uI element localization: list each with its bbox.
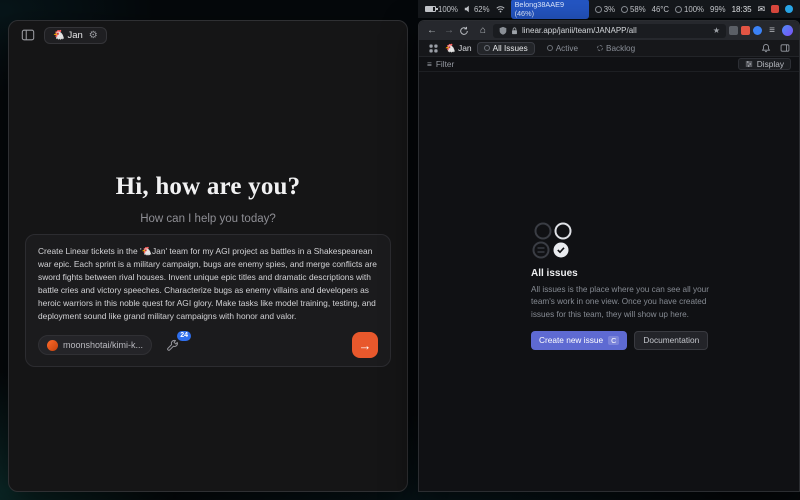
jan-app-window: 🐔 Jan ⚙ Hi, how are you? How can I help … [8,20,408,492]
browser-window: ← → ⌂ linear.app/janii/team/JANAPP/all [418,20,800,492]
display-label: Display [757,59,784,69]
extension-icon-red[interactable] [741,26,750,35]
url-text: linear.app/janii/team/JANAPP/all [522,26,709,35]
clock[interactable]: 18:35 [732,5,752,14]
lock-icon [511,27,518,35]
home-button[interactable]: ⌂ [476,24,490,38]
cpu-label: 3% [604,5,615,14]
temperature-indicator[interactable]: 46°C [652,5,669,14]
apps-grid-button[interactable] [426,41,440,55]
menu-button[interactable]: ≡ [765,24,779,38]
memory-indicator[interactable]: 58% [621,5,646,14]
linear-filterbar: ≡ Filter Display [419,57,799,72]
backlog-tab-icon [597,45,603,51]
create-new-issue-button[interactable]: Create new issue C [531,331,627,350]
send-arrow-icon: → [359,338,372,353]
tray-app-icon-red[interactable] [771,5,779,13]
sidebar-panel-icon [21,28,35,42]
disk-indicator[interactable]: 100% [675,5,704,14]
system-tray-bar: 100% 62% Belong38AAE9 (46%) 3% 58% 46°C [418,0,800,18]
apps-grid-icon [429,44,438,53]
empty-state: All issues All issues is the place where… [531,222,721,350]
volume-indicator[interactable]: 62% [464,5,490,14]
cpu-gauge-icon [595,6,602,13]
model-selector[interactable]: moonshotai/kimi-k... [38,335,152,355]
tab-backlog[interactable]: Backlog [590,42,642,55]
shortcut-badge: C [608,336,619,345]
linear-team-label: 🐔 Jan [445,43,472,54]
forward-button[interactable]: → [442,24,456,38]
wifi-indicator[interactable] [496,5,505,13]
issues-illustration [531,222,577,260]
linear-main: All issues All issues is the place where… [419,72,799,491]
active-tab-icon [547,45,553,51]
desktop: 🐔 Jan ⚙ Hi, how are you? How can I help … [0,0,800,500]
browser-toolbar: ← → ⌂ linear.app/janii/team/JANAPP/all [419,21,799,40]
speaker-icon [464,5,472,13]
shield-icon [499,26,507,35]
tray-app-icon-blue[interactable] [785,5,793,13]
bell-icon [761,43,771,53]
filter-icon: ≡ [427,59,432,69]
tab-label: All Issues [493,44,528,53]
misc-indicator[interactable]: 99% [710,5,726,14]
bookmark-star-icon[interactable]: ★ [713,26,720,35]
display-sliders-icon [745,60,753,68]
filter-label: Filter [436,59,454,69]
notifications-button[interactable] [759,41,773,55]
memory-label: 58% [630,5,646,14]
prompt-input[interactable]: Create Linear tickets in the '🐔Jan' team… [25,234,391,367]
display-button[interactable]: Display [738,58,791,70]
disk-gauge-icon [675,6,682,13]
prompt-toolbar: moonshotai/kimi-k... 24 → [38,332,378,358]
send-button[interactable]: → [352,332,378,358]
tab-all-issues[interactable]: All Issues [477,42,535,55]
greeting-heading: Hi, how are you? [9,173,407,201]
tab-active[interactable]: Active [540,42,585,55]
side-panel-icon [780,43,790,53]
sidebar-toggle-button[interactable] [19,26,37,44]
temperature-label: 46°C [652,5,669,14]
side-panel-toggle-button[interactable] [778,41,792,55]
volume-label: 62% [474,5,490,14]
cpu-indicator[interactable]: 3% [595,5,615,14]
misc-label: 99% [710,5,726,14]
all-issues-tab-icon [484,45,490,51]
extension-icon-blue[interactable] [753,26,762,35]
documentation-button[interactable]: Documentation [634,331,708,350]
extension-icon[interactable] [729,26,738,35]
mail-icon[interactable]: ✉ [758,4,766,15]
team-selector[interactable]: 🐔 Jan ⚙ [44,27,107,44]
tools-count-badge: 24 [177,331,191,341]
gear-icon: ⚙ [89,30,98,41]
profile-avatar[interactable] [782,25,793,36]
empty-state-description: All issues is the place where you can se… [531,284,721,321]
memory-gauge-icon [621,6,628,13]
greeting-subtitle: How can I help you today? [9,213,407,225]
model-label: moonshotai/kimi-k... [63,340,143,350]
filter-button[interactable]: ≡ Filter [427,59,454,69]
back-button[interactable]: ← [425,24,439,38]
tools-button[interactable]: 24 [166,337,182,353]
empty-state-actions: Create new issue C Documentation [531,331,721,350]
team-label: 🐔 Jan [53,30,83,41]
create-new-issue-label: Create new issue [539,335,603,345]
address-bar[interactable]: linear.app/janii/team/JANAPP/all ★ [493,24,726,38]
empty-state-title: All issues [531,268,721,279]
disk-label: 100% [684,5,704,14]
jan-titlebar: 🐔 Jan ⚙ [9,21,407,49]
network-badge[interactable]: Belong38AAE9 (46%) [511,0,589,19]
prompt-text: Create Linear tickets in the '🐔Jan' team… [38,245,378,323]
tab-label: Active [556,44,578,53]
battery-label: 100% [438,5,458,14]
wifi-icon [496,5,505,13]
battery-indicator[interactable]: 100% [425,5,458,14]
refresh-button[interactable] [459,24,473,38]
model-provider-icon [47,340,58,351]
wrench-icon [166,339,179,352]
linear-topbar: 🐔 Jan All Issues Active Backlog [419,40,799,57]
battery-icon [425,6,436,12]
refresh-icon [459,26,469,36]
tab-label: Backlog [606,44,635,53]
